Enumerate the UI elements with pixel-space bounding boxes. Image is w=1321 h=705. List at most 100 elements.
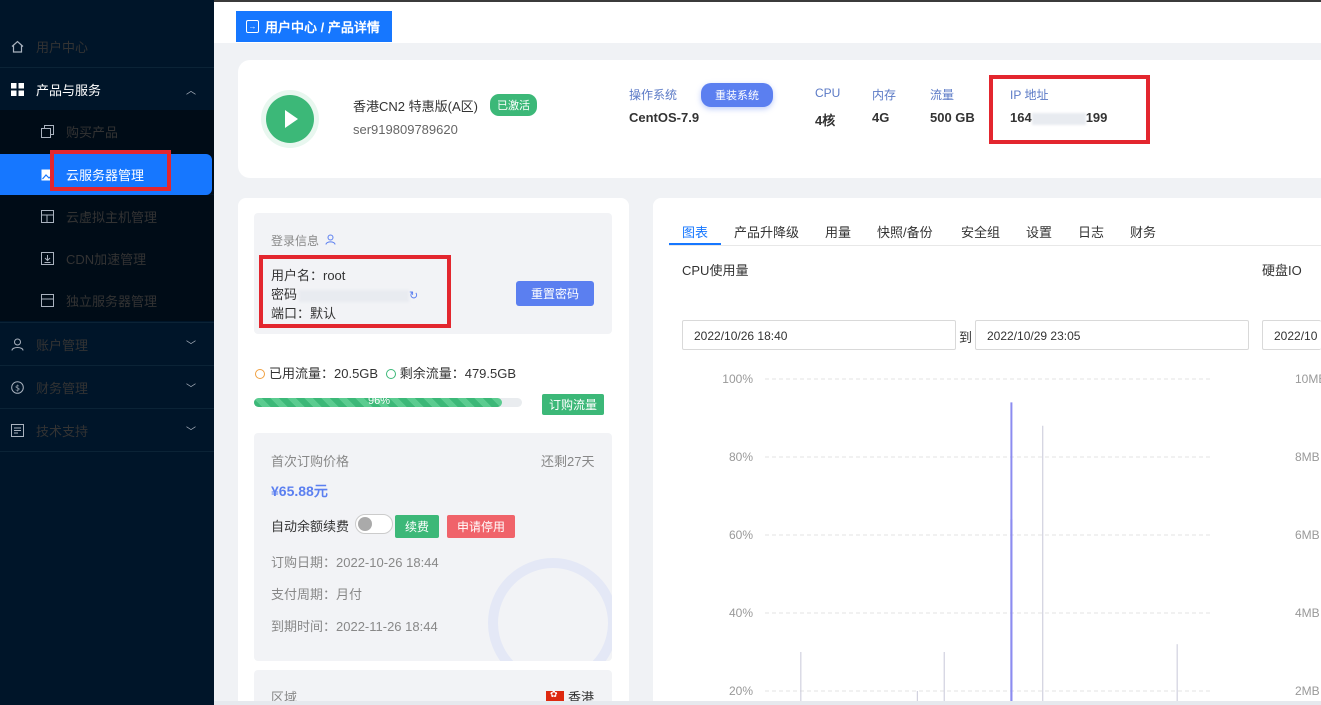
disk-y-tick-label: 10MB — [1295, 372, 1321, 386]
disk-y-tick-label: 2MB — [1295, 684, 1320, 698]
traffic-value: 500 GB — [930, 110, 975, 125]
cpu-y-tick-label: 60% — [729, 528, 753, 542]
sidebar-item-user-center[interactable]: 用户中心 — [0, 25, 214, 67]
sidebar-item-label: CDN加速管理 — [66, 251, 147, 267]
auto-renew-toggle[interactable] — [355, 514, 393, 534]
cpu-y-tick-label: 80% — [729, 450, 753, 464]
chevron-down-icon: ﹀ — [186, 384, 196, 395]
sidebar-item-label: 独立服务器管理 — [66, 293, 158, 309]
active-tab-underline — [669, 243, 721, 245]
cpu-usage-chart: 100% 80% 60% 40% 20% 10MB 8MB 6MB 4MB 2MB — [722, 372, 1321, 705]
traffic-remaining: 剩余流量：479.5GB — [399, 366, 517, 381]
layout-icon — [40, 209, 54, 223]
used-dot-icon — [255, 369, 265, 379]
memory-value: 4G — [872, 110, 890, 125]
date-range-separator: 到 — [959, 330, 973, 345]
highlight-box-login — [259, 255, 451, 328]
days-remaining: 还剩27天 — [541, 454, 595, 469]
sidebar-item-virtual-host[interactable]: 云虚拟主机管理 — [0, 195, 214, 237]
play-status-icon[interactable] — [266, 95, 314, 143]
sidebar-item-label: 云虚拟主机管理 — [66, 209, 158, 225]
cpu-chart-title: CPU使用量 — [682, 263, 749, 278]
tab-finance[interactable]: 财务 — [1130, 222, 1156, 241]
cpu-value: 4核 — [815, 113, 836, 128]
cpu-y-tick-label: 100% — [722, 372, 753, 386]
sidebar-item-label: 用户中心 — [36, 39, 89, 55]
login-info-title: 登录信息 — [271, 232, 336, 249]
reinstall-button[interactable]: 重装系统 — [701, 83, 773, 107]
cpu-label: CPU — [815, 86, 841, 100]
tab-usage[interactable]: 用量 — [825, 222, 851, 241]
expire-time: 到期时间：2022-11-26 18:44 — [271, 619, 438, 634]
cpu-y-tick-label: 20% — [729, 684, 753, 698]
product-name: 香港CN2 特惠版(A区) — [353, 99, 478, 114]
order-price: ¥65.88元 — [271, 483, 328, 499]
traffic-percent: 96% — [368, 395, 391, 407]
sidebar-item-dedicated-server[interactable]: 独立服务器管理 — [0, 279, 214, 321]
highlight-box-cloud-server — [50, 150, 171, 191]
tab-snapshot[interactable]: 快照/备份 — [877, 222, 933, 241]
disk-date-input[interactable]: 2022/10 — [1262, 320, 1321, 350]
os-value: CentOS-7.9 — [629, 110, 700, 125]
tab-settings[interactable]: 设置 — [1026, 222, 1052, 241]
tab-upgrade[interactable]: 产品升降级 — [734, 222, 799, 241]
login-icon: → — [246, 20, 259, 33]
os-label: 操作系统 — [629, 88, 678, 102]
grid-icon — [10, 82, 24, 96]
chevron-down-icon: ﹀ — [186, 341, 196, 352]
tab-chart[interactable]: 图表 — [682, 222, 708, 241]
traffic-summary: 已用流量：20.5GB 剩余流量：479.5GB — [255, 363, 516, 382]
server-icon — [40, 293, 54, 307]
disk-chart-title: 硬盘IO — [1262, 263, 1302, 278]
sidebar-divider — [0, 451, 214, 452]
money-bag-watermark-icon — [488, 558, 612, 661]
traffic-label: 流量 — [930, 88, 955, 102]
user-icon — [325, 234, 336, 248]
dollar-icon: $ — [10, 380, 24, 394]
start-date-input[interactable]: 2022/10/26 18:40 — [682, 320, 956, 350]
sidebar-item-products[interactable]: 产品与服务 ︿ — [0, 68, 214, 110]
download-box-icon — [40, 251, 54, 265]
document-icon — [10, 423, 24, 437]
tab-security-group[interactable]: 安全组 — [961, 222, 1000, 241]
remaining-dot-icon — [385, 369, 396, 379]
sidebar-item-label: 财务管理 — [36, 380, 89, 396]
breadcrumb-text: 用户中心 / 产品详情 — [265, 20, 380, 35]
disk-y-tick-label: 6MB — [1295, 528, 1320, 542]
request-stop-button[interactable]: 申请停用 — [447, 515, 516, 538]
user-icon — [10, 337, 24, 351]
order-date: 订购日期：2022-10-26 18:44 — [271, 555, 439, 570]
highlight-box-ip — [989, 75, 1150, 144]
end-date-input[interactable]: 2022/10/29 23:05 — [975, 320, 1249, 350]
sidebar-item-account[interactable]: 账户管理 ﹀ — [0, 323, 214, 365]
memory-label: 内存 — [872, 88, 897, 102]
buy-traffic-button[interactable]: 订购流量 — [542, 394, 605, 415]
sidebar-item-cdn[interactable]: CDN加速管理 — [0, 237, 214, 279]
sidebar-item-finance[interactable]: $ 财务管理 ﹀ — [0, 366, 214, 408]
sidebar-item-label: 账户管理 — [36, 337, 89, 353]
first-order-price-label: 首次订购价格 — [271, 454, 350, 469]
copy-icon — [40, 124, 54, 138]
traffic-used: 已用流量：20.5GB — [269, 366, 379, 381]
tab-logs[interactable]: 日志 — [1078, 222, 1104, 241]
svg-text:$: $ — [14, 383, 19, 392]
pay-cycle: 支付周期：月付 — [271, 587, 363, 602]
cpu-y-tick-label: 40% — [729, 606, 753, 620]
product-summary-card — [238, 60, 1321, 178]
product-id: ser919809789620 — [353, 122, 458, 137]
disk-y-tick-label: 8MB — [1295, 450, 1320, 464]
reset-password-button[interactable]: 重置密码 — [516, 281, 595, 306]
sidebar-item-buy-product[interactable]: 购买产品 — [0, 110, 214, 152]
page-bottom-edge — [214, 701, 1321, 705]
sidebar-item-label: 技术支持 — [36, 423, 89, 439]
disk-y-tick-label: 4MB — [1295, 606, 1320, 620]
sidebar-item-support[interactable]: 技术支持 ﹀ — [0, 409, 214, 451]
home-icon — [10, 39, 24, 53]
tabs-divider — [669, 245, 1321, 246]
sidebar-item-label: 产品与服务 — [36, 82, 102, 98]
renew-button[interactable]: 续费 — [395, 515, 440, 538]
sidebar-item-label: 购买产品 — [66, 124, 119, 140]
chevron-down-icon: ﹀ — [186, 427, 196, 438]
breadcrumb[interactable]: → 用户中心 / 产品详情 — [236, 11, 392, 42]
status-badge: 已激活 — [490, 94, 537, 116]
